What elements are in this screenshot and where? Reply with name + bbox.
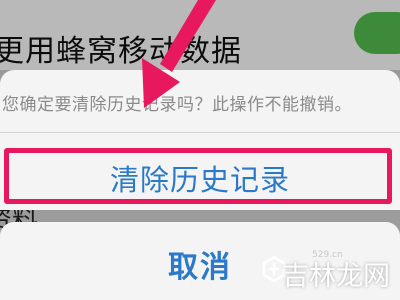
settings-row-label: 更用蜂窝移动数据 bbox=[0, 34, 242, 69]
screen: 更用蜂窝移动数据 资料 您确定要清除历史记录吗？此操作不能撤销。 清除历史记录 … bbox=[0, 0, 400, 300]
clear-history-button[interactable]: 清除历史记录 bbox=[0, 133, 400, 210]
clear-history-label: 清除历史记录 bbox=[109, 163, 290, 197]
cancel-button[interactable]: 取消 bbox=[0, 222, 400, 300]
cancel-label: 取消 bbox=[168, 250, 232, 285]
cellular-toggle[interactable] bbox=[354, 12, 400, 54]
action-sheet-message-area: 您确定要清除历史记录吗？此操作不能撤销。 bbox=[0, 70, 400, 132]
action-sheet-message: 您确定要清除历史记录吗？此操作不能撤销。 bbox=[2, 95, 352, 115]
settings-row-cellular: 更用蜂窝移动数据 bbox=[0, 0, 400, 70]
